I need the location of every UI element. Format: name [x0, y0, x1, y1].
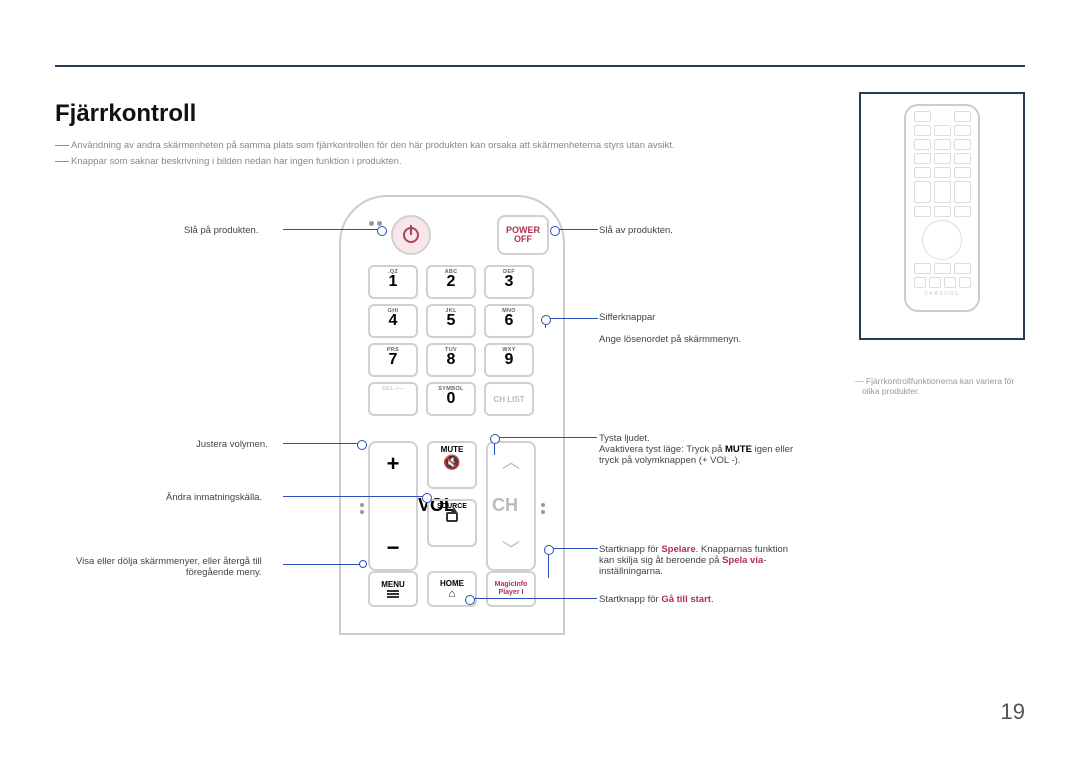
- leader-line: [494, 437, 597, 438]
- source-button[interactable]: SOURCE: [427, 499, 477, 547]
- key-5[interactable]: JKL5: [426, 304, 476, 338]
- top-rule: [55, 65, 1025, 67]
- mini-remote: SAMSUNG: [904, 104, 980, 312]
- side-illustration-box: SAMSUNG: [859, 92, 1025, 340]
- leader-line: [283, 443, 363, 444]
- menu-icon: [387, 590, 399, 598]
- brand-label: SAMSUNG: [911, 291, 973, 297]
- key-del[interactable]: DEL-/—: [368, 382, 418, 416]
- key-1[interactable]: .QZ1: [368, 265, 418, 299]
- key-7[interactable]: PRS7: [368, 343, 418, 377]
- leader-dot: [359, 560, 367, 568]
- dpad-icon: [922, 220, 962, 260]
- key-chlist[interactable]: CH LIST: [484, 382, 534, 416]
- note-2: ―Knappar som saknar beskrivning i bilden…: [55, 152, 402, 168]
- side-note: ― Fjärrkontrollfunktionerna kan variera …: [855, 376, 1025, 396]
- page-title: Fjärrkontroll: [55, 100, 196, 128]
- numeric-keypad: .QZ1 ABC2 DEF3 GHI4 JKL5 MNO6 PRS7 TUV8 …: [368, 265, 538, 421]
- ir-led-icon: [369, 221, 374, 226]
- key-2[interactable]: ABC2: [426, 265, 476, 299]
- volume-down-icon: −: [387, 535, 400, 561]
- power-icon: [403, 227, 419, 243]
- leader-line: [554, 229, 598, 230]
- page-number: 19: [1001, 699, 1025, 725]
- key-9[interactable]: WXY9: [484, 343, 534, 377]
- mute-icon: 🔇: [443, 455, 460, 469]
- chevron-up-icon: ︿: [502, 453, 520, 471]
- leader-line: [469, 598, 597, 599]
- callout-mute: Tysta ljudet. Avaktivera tyst läge: Tryc…: [599, 433, 793, 466]
- power-off-button[interactable]: POWER OFF: [497, 215, 549, 255]
- leader-line: [283, 564, 363, 565]
- key-4[interactable]: GHI4: [368, 304, 418, 338]
- key-3[interactable]: DEF3: [484, 265, 534, 299]
- callout-magicinfo: Startknapp för Spelare. Knapparnas funkt…: [599, 544, 788, 577]
- leader-line: [545, 318, 598, 319]
- home-icon: ⌂: [449, 589, 456, 600]
- leader-line: [283, 229, 383, 230]
- volume-up-icon: +: [387, 451, 400, 477]
- leader-line: [283, 496, 428, 497]
- callout-volume: Justera volymen.: [196, 439, 268, 450]
- note-1: ―Användning av andra skärmenheten på sam…: [55, 136, 675, 152]
- menu-button[interactable]: MENU: [368, 571, 418, 607]
- dot-icon: [360, 503, 364, 517]
- callout-power-on: Slå på produkten.: [184, 225, 258, 236]
- callout-home: Startknapp för Gå till start.: [599, 594, 714, 605]
- callout-power-off: Slå av produkten.: [599, 225, 673, 236]
- key-8[interactable]: TUV8: [426, 343, 476, 377]
- key-0[interactable]: SYMBOL0: [426, 382, 476, 416]
- magicinfo-button[interactable]: MagicInfo Player I: [486, 571, 536, 607]
- dot-icon: [541, 503, 545, 517]
- callout-number-keys: Sifferknappar Ange lösenordet på skärmme…: [599, 312, 741, 345]
- source-icon: [446, 512, 458, 522]
- mute-button[interactable]: MUTE 🔇: [427, 441, 477, 489]
- callout-source: Ändra inmatningskälla.: [166, 492, 262, 503]
- channel-label: CH: [492, 495, 518, 516]
- callout-menu: Visa eller dölja skärmmenyer, eller åter…: [76, 556, 262, 578]
- leader-line: [548, 548, 598, 549]
- key-6[interactable]: MNO6: [484, 304, 534, 338]
- power-on-button[interactable]: [391, 215, 431, 255]
- volume-rocker[interactable]: + −: [368, 441, 418, 571]
- remote-control: POWER OFF .QZ1 ABC2 DEF3 GHI4 JKL5 MNO6 …: [339, 195, 565, 635]
- chevron-down-icon: ﹀: [502, 541, 520, 559]
